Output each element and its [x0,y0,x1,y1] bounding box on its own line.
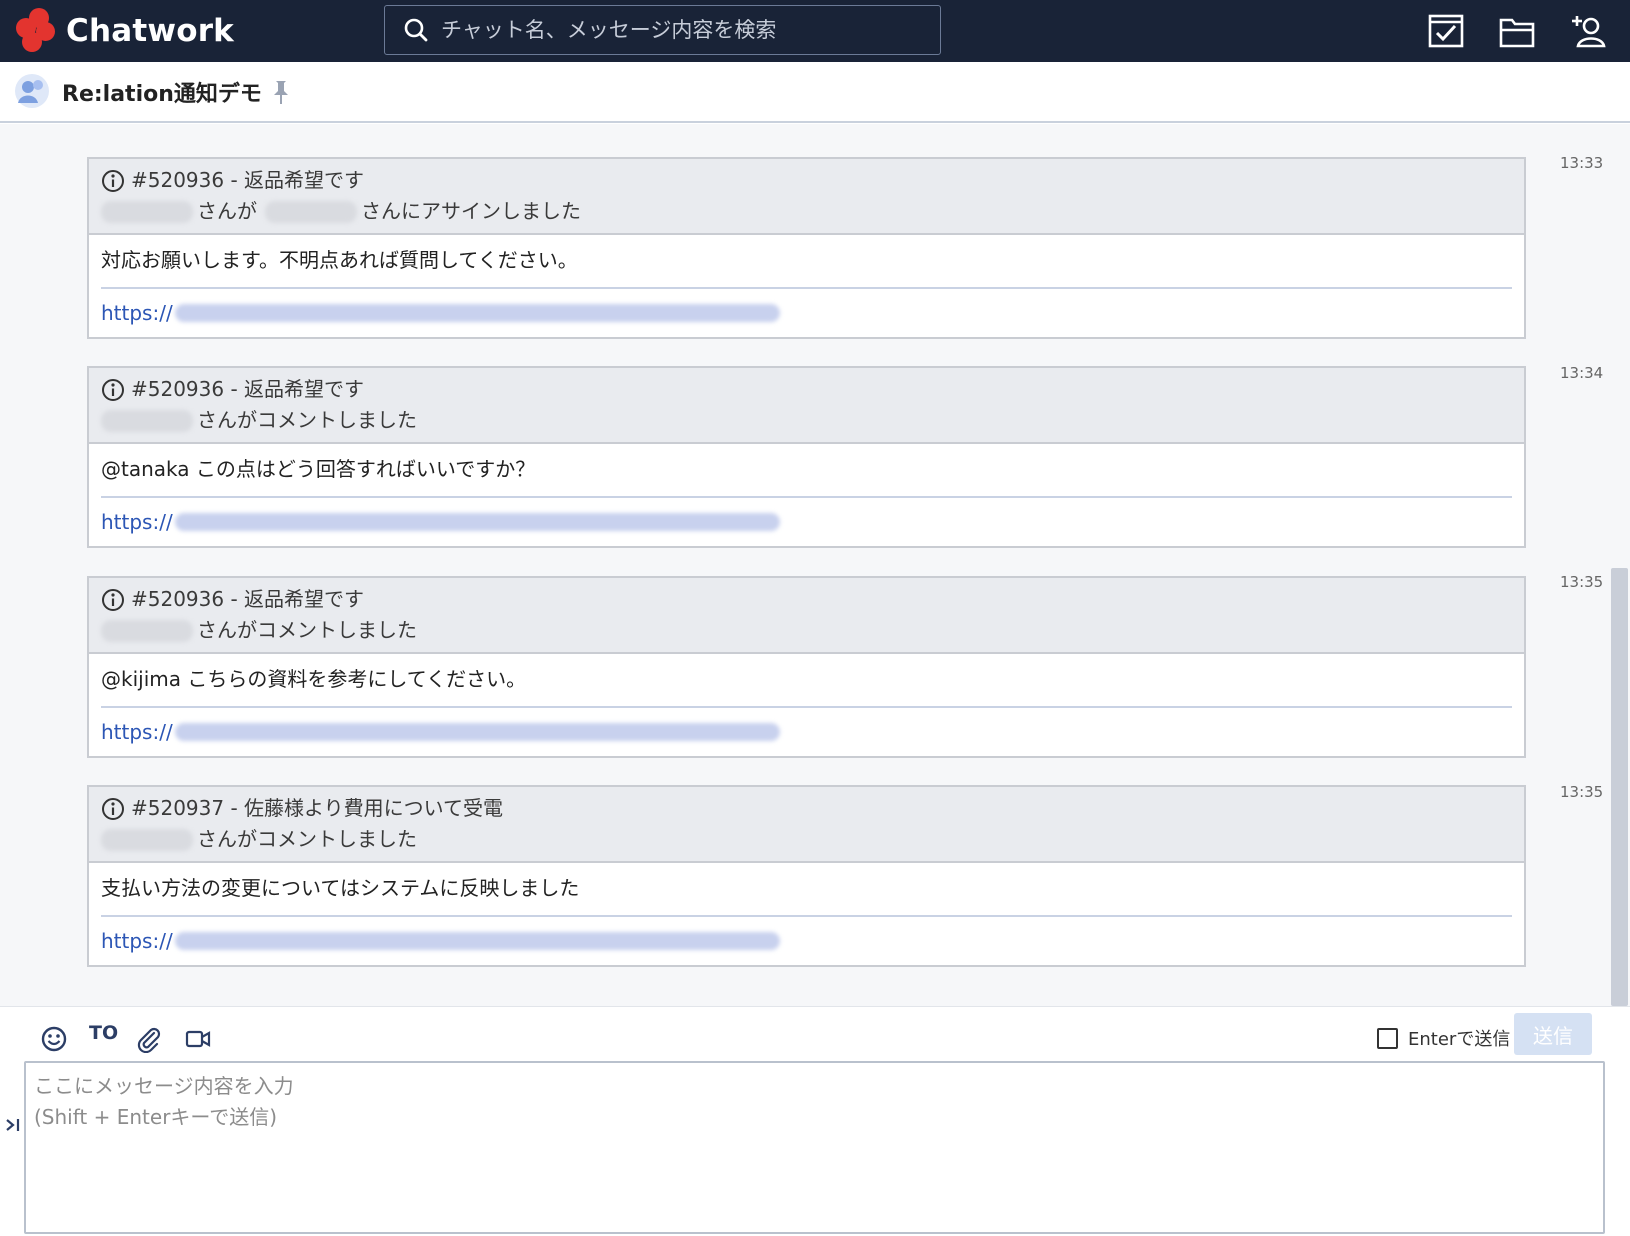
message-body: @kijima こちらの資料を参考にしてください。 [101,662,1512,708]
action-text: さんがコメントしました [197,618,417,642]
message-header: #520936 - 返品希望です さんがコメントしました [89,578,1524,654]
send-button[interactable]: 送信 [1514,1013,1592,1055]
info-icon [102,588,124,611]
ticket-title: #520936 - 返品希望です [131,587,365,611]
message-composer: TO Enterで送信 送信 [0,1006,1630,1236]
app-name: Chatwork [66,13,234,49]
message-card: #520936 - 返品希望です さんがコメントしました @kijima こちら… [87,576,1526,758]
message-card: #520937 - 佐藤様より費用について受電 さんがコメントしました 支払い方… [87,785,1526,967]
enter-send-label: Enterで送信 [1408,1029,1511,1050]
timeline-scrollbar[interactable] [1611,568,1628,1006]
ticket-link[interactable]: https:// [101,289,1512,337]
ticket-link[interactable]: https:// [101,917,1512,965]
blurred-user-name [101,409,193,432]
link-prefix: https:// [101,510,173,534]
message-header: #520937 - 佐藤様より費用について受電 さんがコメントしました [89,787,1524,863]
contact-add-icon[interactable] [1570,12,1608,50]
blurred-user-name [101,200,193,223]
top-bar: Chatwork [0,0,1630,62]
chatwork-logo[interactable]: Chatwork [14,8,234,54]
attachment-icon[interactable] [135,1025,163,1053]
blurred-url [174,723,780,741]
message-time: 13:33 [1560,154,1604,172]
message-input[interactable] [24,1061,1605,1234]
blurred-user-name [101,619,193,642]
search-icon [404,18,428,42]
ticket-link[interactable]: https:// [101,498,1512,546]
expand-icon[interactable] [4,1115,22,1135]
ticket-title: #520936 - 返品希望です [131,377,365,401]
action-text: さんがコメントしました [197,408,417,432]
info-icon [102,797,124,820]
message-body: @tanaka この点はどう回答すればいいですか？ [101,452,1512,498]
action-text-2: さんにアサインしました [361,199,581,223]
blurred-url [174,304,780,322]
message-card: #520936 - 返品希望です さんが さんにアサインしました 対応お願いしま… [87,157,1526,339]
message-time: 13:34 [1560,364,1604,382]
blurred-url [174,932,780,950]
file-icon[interactable] [1498,12,1536,50]
ticket-title: #520937 - 佐藤様より費用について受電 [131,796,504,820]
action-text: さんが [197,199,257,223]
message-body: 支払い方法の変更についてはシステムに反映しました [101,871,1512,917]
message-card: #520936 - 返品希望です さんがコメントしました @tanaka この点… [87,366,1526,548]
pin-icon[interactable] [270,79,292,105]
info-icon [102,378,124,401]
blurred-user-name [101,828,193,851]
action-text: さんがコメントしました [197,827,417,851]
link-prefix: https:// [101,929,173,953]
link-prefix: https:// [101,301,173,325]
message-time: 13:35 [1560,573,1604,591]
room-header: Re:lation通知デモ [0,62,1630,123]
link-prefix: https:// [101,720,173,744]
enter-send-checkbox[interactable] [1377,1027,1398,1049]
message-body: 対応お願いします。不明点あれば質問してください。 [101,243,1512,289]
ticket-link[interactable]: https:// [101,708,1512,756]
message-timeline[interactable]: #520936 - 返品希望です さんが さんにアサインしました 対応お願いしま… [0,124,1630,1006]
video-call-icon[interactable] [184,1025,212,1053]
emoji-icon[interactable] [40,1025,68,1053]
search-box[interactable] [384,5,941,55]
message-header: #520936 - 返品希望です さんが さんにアサインしました [89,159,1524,235]
blurred-user-name [265,200,357,223]
room-avatar-icon[interactable] [14,73,50,109]
message-time: 13:35 [1560,783,1604,801]
chatwork-logo-icon [14,8,60,54]
blurred-url [174,513,780,531]
search-input[interactable] [441,10,940,50]
to-button[interactable]: TO [89,1022,118,1044]
info-icon [102,169,124,192]
ticket-title: #520936 - 返品希望です [131,168,365,192]
room-title: Re:lation通知デモ [62,82,262,107]
message-header: #520936 - 返品希望です さんがコメントしました [89,368,1524,444]
task-icon[interactable] [1427,12,1465,50]
enter-send-toggle[interactable]: Enterで送信 [1377,1025,1510,1051]
